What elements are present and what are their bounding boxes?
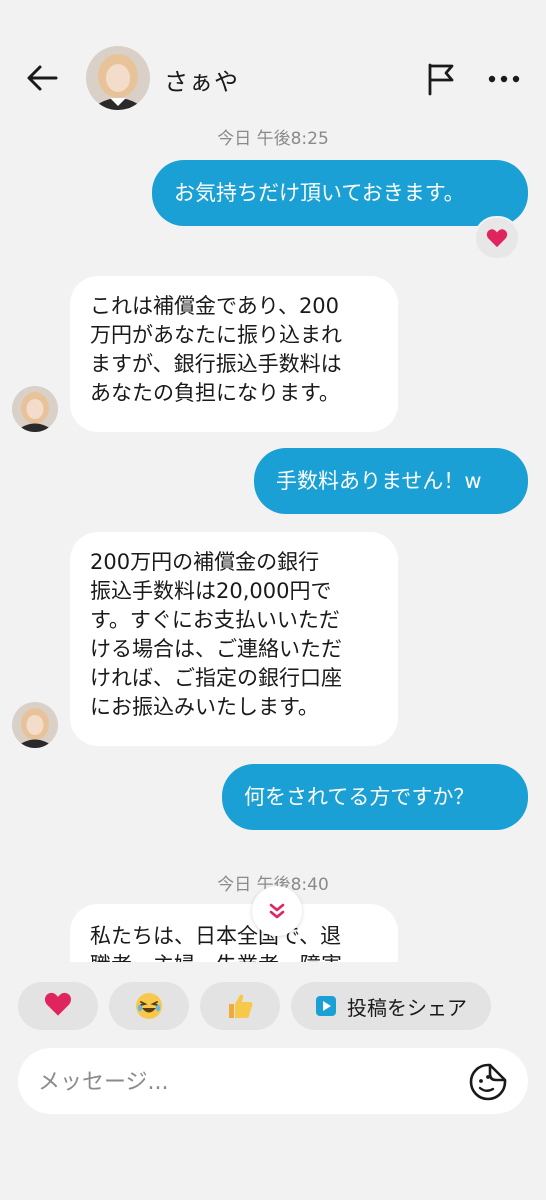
chevron-double-down-icon bbox=[269, 903, 285, 919]
share-post-button[interactable]: 投稿をシェア bbox=[291, 982, 491, 1030]
quick-reaction-laugh[interactable] bbox=[109, 982, 189, 1030]
avatar[interactable] bbox=[12, 702, 58, 748]
message-reaction[interactable] bbox=[474, 216, 520, 260]
message-text-line: ければ、ご指定の銀行口座 bbox=[90, 666, 342, 690]
scroll-to-bottom-button[interactable] bbox=[252, 886, 302, 936]
share-post-label: 投稿をシェア bbox=[347, 995, 467, 1020]
heart-icon bbox=[44, 991, 72, 1021]
message-text-line: 振込手数料は20,000円で bbox=[90, 579, 332, 603]
outgoing-message[interactable]: お気持ちだけ頂いておきます。 bbox=[152, 160, 528, 226]
outgoing-message[interactable]: 何をされてる方ですか？ bbox=[222, 764, 528, 830]
flag-icon[interactable] bbox=[422, 60, 460, 98]
outgoing-message[interactable]: 手数料ありません！w bbox=[254, 448, 528, 514]
incoming-message[interactable]: 200万円の補償金の銀行 振込手数料は20,000円で す。すぐにお支払いいただ… bbox=[70, 532, 398, 746]
avatar[interactable] bbox=[12, 386, 58, 432]
message-text-line: あなたの負担になります。 bbox=[90, 381, 340, 405]
message-text-line: 万円があなたに振り込まれ bbox=[90, 323, 342, 347]
chat-header: さぁや bbox=[0, 0, 546, 118]
play-square-icon bbox=[316, 996, 336, 1016]
laughing-emoji-icon bbox=[136, 993, 162, 1019]
message-text: 何をされてる方ですか？ bbox=[244, 785, 475, 809]
message-text-line: これは補償金であり、200 bbox=[90, 294, 340, 318]
message-composer bbox=[18, 1048, 528, 1114]
quick-reaction-thumbs-up[interactable] bbox=[200, 982, 280, 1030]
message-input[interactable] bbox=[36, 1060, 460, 1104]
message-text-line: ける場合は、ご連絡いただ bbox=[90, 637, 342, 661]
message-text-line: にお振込みいたします。 bbox=[90, 695, 319, 719]
contact-name[interactable]: さぁや bbox=[164, 62, 239, 97]
message-text: 手数料ありません！w bbox=[276, 469, 482, 493]
message-text-line: 私たちは、日本全国で、退 bbox=[90, 924, 342, 948]
message-timestamp: 今日 午後8:25 bbox=[217, 129, 329, 149]
message-text-line: 200万円の補償金の銀行 bbox=[90, 550, 320, 574]
message-text: お気持ちだけ頂いておきます。 bbox=[174, 181, 465, 205]
message-text-line: す。すぐにお支払いいただ bbox=[90, 608, 340, 632]
quick-reaction-heart[interactable] bbox=[18, 982, 98, 1030]
message-text-line: ますが、銀行振込手数料は bbox=[90, 352, 342, 376]
more-horizontal-icon[interactable] bbox=[486, 64, 522, 94]
arrow-left-icon[interactable] bbox=[22, 58, 62, 98]
heart-icon bbox=[486, 229, 508, 248]
thumbs-up-icon bbox=[229, 994, 253, 1018]
sticker-icon[interactable] bbox=[468, 1062, 508, 1102]
avatar[interactable] bbox=[86, 46, 150, 110]
incoming-message[interactable]: これは補償金であり、200 万円があなたに振り込まれ ますが、銀行振込手数料は … bbox=[70, 276, 398, 432]
